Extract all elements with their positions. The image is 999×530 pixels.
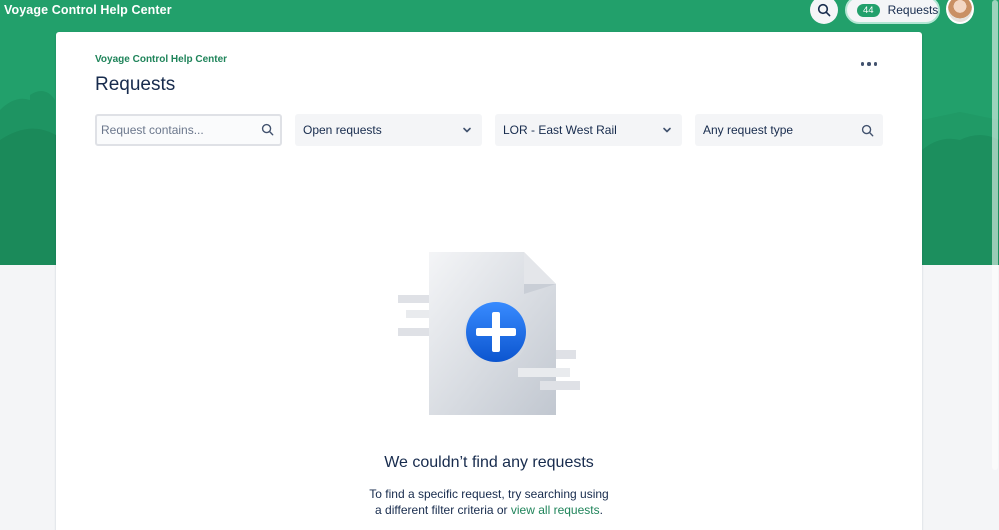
empty-state-description: To find a specific request, try searchin…: [56, 486, 922, 518]
requests-count-badge: 44: [857, 3, 880, 17]
chevron-down-icon: [463, 127, 471, 133]
site-title[interactable]: Voyage Control Help Center: [4, 3, 172, 17]
user-avatar[interactable]: [946, 0, 974, 24]
view-all-requests-link[interactable]: view all requests: [511, 503, 600, 517]
organization-filter-select[interactable]: LOR - East West Rail: [495, 114, 682, 146]
empty-state-description-line1: To find a specific request, try searchin…: [369, 487, 609, 501]
empty-state-description-prefix: a different filter criteria or: [375, 503, 508, 517]
request-search-field[interactable]: [95, 114, 282, 146]
search-icon: [861, 124, 874, 137]
requests-button[interactable]: 44 Requests: [845, 0, 940, 24]
empty-state-description-line2: a different filter criteria or view all …: [56, 502, 922, 518]
page-scrollbar[interactable]: [991, 0, 999, 530]
more-icon-dot: [860, 62, 865, 66]
request-search-input[interactable]: [101, 121, 251, 139]
organization-filter-value: LOR - East West Rail: [503, 123, 617, 137]
top-bar: Voyage Control Help Center 44 Requests: [0, 0, 999, 24]
global-search-button[interactable]: [810, 0, 838, 24]
more-icon-dot: [873, 62, 878, 66]
empty-requests-illustration: [398, 252, 580, 415]
requests-card: Voyage Control Help Center Requests Open…: [56, 32, 922, 530]
more-actions-button[interactable]: [857, 54, 881, 74]
status-filter-select[interactable]: Open requests: [295, 114, 482, 146]
empty-state-description-suffix: .: [599, 503, 603, 517]
chevron-down-icon: [663, 127, 671, 133]
search-icon[interactable]: [261, 123, 274, 136]
more-icon-dot: [867, 62, 871, 66]
filter-bar: Open requests LOR - East West Rail Any r…: [95, 114, 883, 146]
breadcrumb[interactable]: Voyage Control Help Center: [95, 54, 227, 65]
requests-button-label: Requests: [887, 3, 939, 17]
status-filter-value: Open requests: [303, 123, 382, 137]
search-icon: [817, 3, 831, 17]
request-type-filter-value: Any request type: [703, 123, 794, 137]
page-title: Requests: [95, 74, 176, 95]
request-type-filter-select[interactable]: Any request type: [695, 114, 883, 146]
empty-state-title: We couldn’t find any requests: [384, 454, 594, 471]
scrollbar-thumb[interactable]: [992, 0, 998, 470]
